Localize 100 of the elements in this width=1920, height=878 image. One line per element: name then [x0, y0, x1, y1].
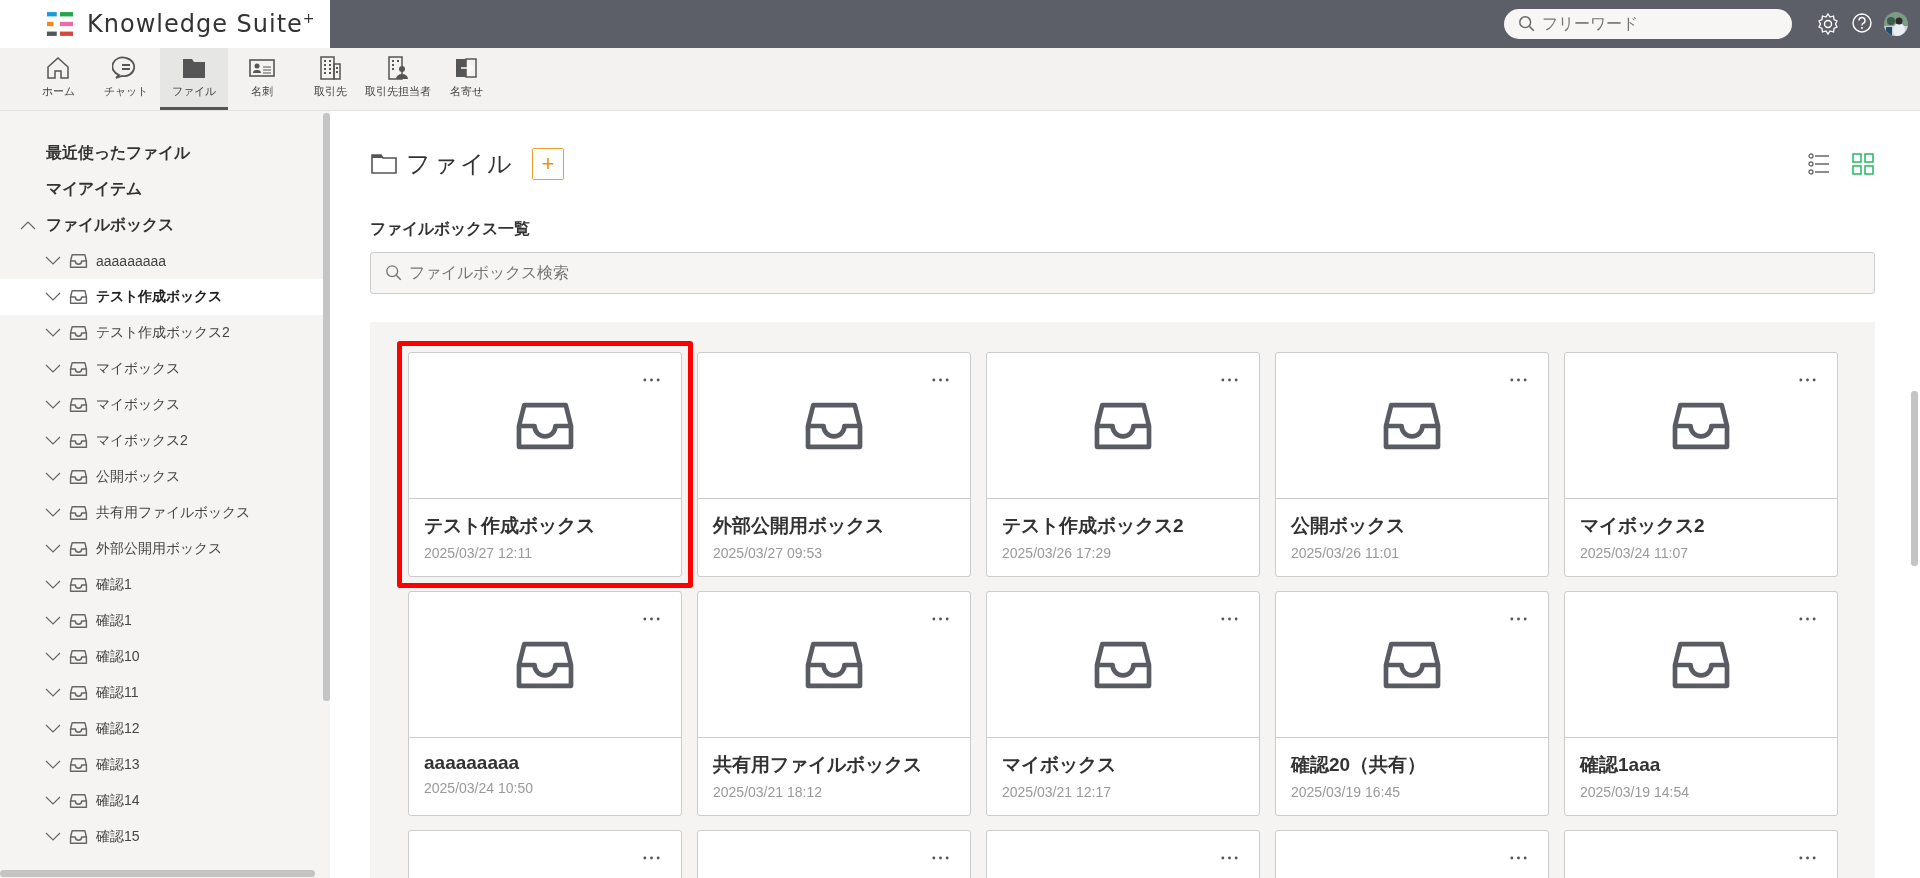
- card-date: 2025/03/26 17:29: [1002, 545, 1112, 561]
- file-box-card[interactable]: テスト作成ボックス2 2025/03/26 17:29: [986, 352, 1260, 577]
- card-title: 公開ボックス: [1291, 514, 1406, 538]
- card-date: 2025/03/21 18:12: [713, 784, 823, 800]
- inbox-tray-icon: [69, 469, 88, 485]
- file-box-card[interactable]: aaaaaaaaa 2025/03/24 10:50: [408, 591, 682, 816]
- more-icon[interactable]: [1798, 617, 1817, 621]
- chevron-down-icon[interactable]: [45, 724, 61, 734]
- inbox-tray-icon: [69, 397, 88, 413]
- scrollbar-thumb[interactable]: [0, 870, 315, 877]
- chevron-down-icon[interactable]: [45, 292, 61, 302]
- nav-tab[interactable]: チャット: [92, 48, 160, 110]
- inbox-tray-icon: [69, 289, 88, 305]
- card-date: 2025/03/19 16:45: [1291, 784, 1401, 800]
- settings-icon[interactable]: [1816, 12, 1840, 36]
- tree-item[interactable]: 確認1: [0, 603, 323, 639]
- chevron-down-icon[interactable]: [45, 400, 61, 410]
- chevron-down-icon[interactable]: [45, 652, 61, 662]
- scrollbar-thumb[interactable]: [1911, 391, 1918, 566]
- tree-item[interactable]: マイボックス: [0, 387, 323, 423]
- chevron-down-icon[interactable]: [45, 256, 61, 266]
- tree-item[interactable]: マイボックス2: [0, 423, 323, 459]
- tree-item[interactable]: マイボックス: [0, 351, 323, 387]
- more-icon[interactable]: [642, 617, 661, 621]
- chevron-down-icon[interactable]: [45, 472, 61, 482]
- sidebar-item[interactable]: 最近使ったファイル: [0, 135, 323, 171]
- nav-tab[interactable]: ファイル: [160, 48, 228, 110]
- tree-item[interactable]: 外部公開用ボックス: [0, 531, 323, 567]
- chevron-down-icon[interactable]: [45, 580, 61, 590]
- tree-item[interactable]: 公開ボックス: [0, 459, 323, 495]
- inbox-tray-icon: [69, 433, 88, 449]
- chevron-down-icon[interactable]: [45, 760, 61, 770]
- chevron-down-icon[interactable]: [45, 508, 61, 518]
- chevron-down-icon[interactable]: [45, 436, 61, 446]
- page-title: ファイル: [406, 149, 514, 179]
- file-box-card[interactable]: 確認20（共有） 2025/03/19 16:45: [1275, 591, 1549, 816]
- card-title: マイボックス2: [1580, 514, 1706, 538]
- nav-tab[interactable]: 取引先担当者: [364, 48, 432, 110]
- tree-item-label: aaaaaaaaa: [96, 253, 167, 269]
- chevron-down-icon[interactable]: [45, 328, 61, 338]
- tree-item[interactable]: 確認13: [0, 747, 323, 783]
- search-input[interactable]: フリーワード: [1542, 9, 1778, 39]
- tree-item-label: 共有用ファイルボックス: [96, 504, 250, 522]
- inbox-tray-icon: [69, 505, 88, 521]
- more-icon[interactable]: [1798, 856, 1817, 860]
- chevron-down-icon[interactable]: [45, 832, 61, 842]
- chevron-down-icon[interactable]: [45, 364, 61, 374]
- more-icon[interactable]: [1509, 617, 1528, 621]
- more-icon[interactable]: [642, 378, 661, 382]
- sidebar-item[interactable]: ファイルボックス: [0, 207, 323, 243]
- scrollbar-thumb[interactable]: [323, 113, 330, 701]
- tree-item[interactable]: 確認10: [0, 639, 323, 675]
- tree-item[interactable]: 共有用ファイルボックス: [0, 495, 323, 531]
- more-icon[interactable]: [1509, 856, 1528, 860]
- search-field[interactable]: フリーワード: [1504, 9, 1792, 39]
- file-box-card[interactable]: マイボックス2 2025/03/24 11:07: [1564, 352, 1838, 577]
- more-icon[interactable]: [931, 378, 950, 382]
- inbox-tray-icon: [69, 361, 88, 377]
- more-icon[interactable]: [1220, 378, 1239, 382]
- card-date: 2025/03/24 10:50: [424, 780, 534, 796]
- tree-item[interactable]: テスト作成ボックス2: [0, 315, 323, 351]
- tree-item[interactable]: 確認15: [0, 819, 323, 855]
- nav-tab[interactable]: 名刺: [228, 48, 296, 110]
- inbox-tray-icon: [69, 721, 88, 737]
- chevron-down-icon[interactable]: [45, 688, 61, 698]
- tree-item[interactable]: aaaaaaaaa: [0, 243, 323, 279]
- tree-item[interactable]: 確認1: [0, 567, 323, 603]
- more-icon[interactable]: [1220, 617, 1239, 621]
- file-box-card[interactable]: 公開ボックス 2025/03/26 11:01: [1275, 352, 1549, 577]
- help-icon[interactable]: [1850, 12, 1874, 36]
- more-icon[interactable]: [1798, 378, 1817, 382]
- more-icon[interactable]: [642, 856, 661, 860]
- card-date: 2025/03/26 11:01: [1291, 545, 1400, 561]
- tree-item[interactable]: 確認12: [0, 711, 323, 747]
- more-icon[interactable]: [931, 856, 950, 860]
- tree-item[interactable]: テスト作成ボックス: [0, 279, 323, 315]
- chevron-down-icon[interactable]: [45, 616, 61, 626]
- folder-icon: [370, 153, 398, 175]
- tree-item-label: 確認12: [96, 720, 140, 738]
- tree-item[interactable]: 確認11: [0, 675, 323, 711]
- file-box-card[interactable]: マイボックス 2025/03/21 12:17: [986, 591, 1260, 816]
- chevron-down-icon[interactable]: [45, 544, 61, 554]
- file-box-card[interactable]: 外部公開用ボックス 2025/03/27 09:53: [697, 352, 971, 577]
- file-box-card[interactable]: 確認1aaa 2025/03/19 14:54: [1564, 591, 1838, 816]
- nav-tab[interactable]: 名寄せ: [432, 48, 500, 110]
- card-title: 外部公開用ボックス: [713, 514, 885, 538]
- tree-item[interactable]: 確認14: [0, 783, 323, 819]
- tree-item-label: マイボックス: [96, 396, 180, 414]
- file-box-card[interactable]: 共有用ファイルボックス 2025/03/21 18:12: [697, 591, 971, 816]
- file-box-card[interactable]: テスト作成ボックス 2025/03/27 12:11: [408, 352, 682, 577]
- section-title: ファイルボックス一覧: [370, 219, 531, 239]
- more-icon[interactable]: [1509, 378, 1528, 382]
- more-icon[interactable]: [931, 617, 950, 621]
- list-view-icon[interactable]: [1807, 152, 1831, 176]
- nav-tab[interactable]: 取引先: [296, 48, 364, 110]
- more-icon[interactable]: [1220, 856, 1239, 860]
- nav-tab[interactable]: ホーム: [24, 48, 92, 110]
- chevron-down-icon[interactable]: [45, 796, 61, 806]
- chevron-up-icon[interactable]: [20, 220, 36, 230]
- sidebar-item[interactable]: マイアイテム: [0, 171, 323, 207]
